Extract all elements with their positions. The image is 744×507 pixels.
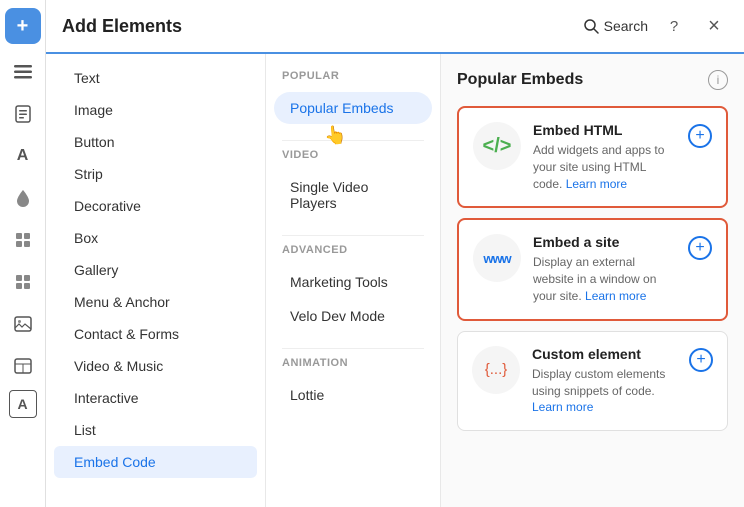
middle-item-lottie[interactable]: Lottie: [274, 379, 432, 411]
html-icon: </>: [473, 122, 521, 170]
embed-site-content: Embed a site Display an external website…: [533, 234, 676, 304]
info-icon[interactable]: i: [708, 70, 728, 90]
embed-site-add-button[interactable]: +: [688, 236, 712, 260]
embed-site-desc: Display an external website in a window …: [533, 254, 676, 304]
custom-element-card[interactable]: {...} Custom element Display custom elem…: [457, 331, 728, 431]
section-animation-label: ANIMATION: [266, 357, 440, 377]
middle-item-single-video[interactable]: Single Video Players: [274, 171, 432, 219]
middle-column: POPULAR Popular Embeds 👆 VIDEO Single Vi…: [266, 54, 441, 507]
middle-item-velo-dev[interactable]: Velo Dev Mode: [274, 300, 432, 332]
nav-item-strip[interactable]: Strip: [54, 158, 257, 190]
nav-item-gallery[interactable]: Gallery: [54, 254, 257, 286]
divider-3: [282, 348, 424, 349]
table-alt-icon[interactable]: [5, 348, 41, 384]
section-popular-label: POPULAR: [266, 70, 440, 90]
main-panel: Add Elements Search ? × Text Image Butto…: [46, 0, 744, 507]
left-sidebar: + A: [0, 0, 46, 507]
panel-top-bar: Add Elements Search ? ×: [46, 0, 744, 54]
www-icon: www: [473, 234, 521, 282]
middle-item-marketing-tools[interactable]: Marketing Tools: [274, 266, 432, 298]
grid-icon[interactable]: [5, 222, 41, 258]
custom-element-add-button[interactable]: +: [689, 348, 713, 372]
custom-element-icon: {...}: [472, 346, 520, 394]
nav-item-interactive[interactable]: Interactive: [54, 382, 257, 414]
nav-item-decorative[interactable]: Decorative: [54, 190, 257, 222]
nav-item-image[interactable]: Image: [54, 94, 257, 126]
custom-element-desc: Display custom elements using snippets o…: [532, 366, 677, 416]
custom-element-title: Custom element: [532, 346, 677, 362]
section-popular: POPULAR Popular Embeds 👆: [266, 70, 440, 124]
embed-html-content: Embed HTML Add widgets and apps to your …: [533, 122, 676, 192]
add-element-icon[interactable]: +: [5, 8, 41, 44]
search-label: Search: [604, 18, 648, 34]
embed-html-title: Embed HTML: [533, 122, 676, 138]
right-title: Popular Embeds: [457, 71, 583, 89]
search-button[interactable]: Search: [584, 18, 648, 34]
section-video: VIDEO Single Video Players: [266, 149, 440, 219]
drop-icon[interactable]: [5, 180, 41, 216]
nav-item-button[interactable]: Button: [54, 126, 257, 158]
doc-icon[interactable]: [5, 96, 41, 132]
puzzle-icon[interactable]: [5, 264, 41, 300]
help-button[interactable]: ?: [660, 12, 688, 40]
panel-title: Add Elements: [62, 16, 182, 37]
nav-item-list[interactable]: List: [54, 414, 257, 446]
nav-item-menu-anchor[interactable]: Menu & Anchor: [54, 286, 257, 318]
nav-item-text[interactable]: Text: [54, 62, 257, 94]
panel-actions: Search ? ×: [584, 12, 728, 40]
custom-element-content: Custom element Display custom elements u…: [532, 346, 677, 416]
embed-site-learn-more[interactable]: Learn more: [585, 289, 646, 303]
nav-item-contact-forms[interactable]: Contact & Forms: [54, 318, 257, 350]
section-video-label: VIDEO: [266, 149, 440, 169]
nav-list: Text Image Button Strip Decorative Box G…: [46, 54, 265, 507]
nav-item-box[interactable]: Box: [54, 222, 257, 254]
search-icon: [584, 19, 599, 34]
divider-1: [282, 140, 424, 141]
section-advanced-label: ADVANCED: [266, 244, 440, 264]
embed-html-card[interactable]: </> Embed HTML Add widgets and apps to y…: [457, 106, 728, 208]
embed-site-card[interactable]: www Embed a site Display an external web…: [457, 218, 728, 320]
image-frame-icon[interactable]: [5, 306, 41, 342]
text-a-icon[interactable]: A: [5, 138, 41, 174]
lines-icon[interactable]: [5, 54, 41, 90]
embed-site-title: Embed a site: [533, 234, 676, 250]
embed-html-desc: Add widgets and apps to your site using …: [533, 142, 676, 192]
section-animation: ANIMATION Lottie: [266, 357, 440, 411]
section-advanced: ADVANCED Marketing Tools Velo Dev Mode: [266, 244, 440, 332]
badge-a-icon[interactable]: A: [9, 390, 37, 418]
nav-item-embed-code[interactable]: Embed Code: [54, 446, 257, 478]
embed-html-learn-more[interactable]: Learn more: [566, 177, 627, 191]
right-header: Popular Embeds i: [457, 70, 728, 90]
nav-panel: Text Image Button Strip Decorative Box G…: [46, 54, 266, 507]
embed-html-add-button[interactable]: +: [688, 124, 712, 148]
cursor-hand-icon: 👆: [323, 124, 347, 147]
middle-item-popular-embeds[interactable]: Popular Embeds 👆: [274, 92, 432, 124]
nav-item-video-music[interactable]: Video & Music: [54, 350, 257, 382]
custom-element-learn-more[interactable]: Learn more: [532, 400, 593, 414]
right-column: Popular Embeds i </> Embed HTML Add widg…: [441, 54, 744, 507]
divider-2: [282, 235, 424, 236]
close-button[interactable]: ×: [700, 12, 728, 40]
